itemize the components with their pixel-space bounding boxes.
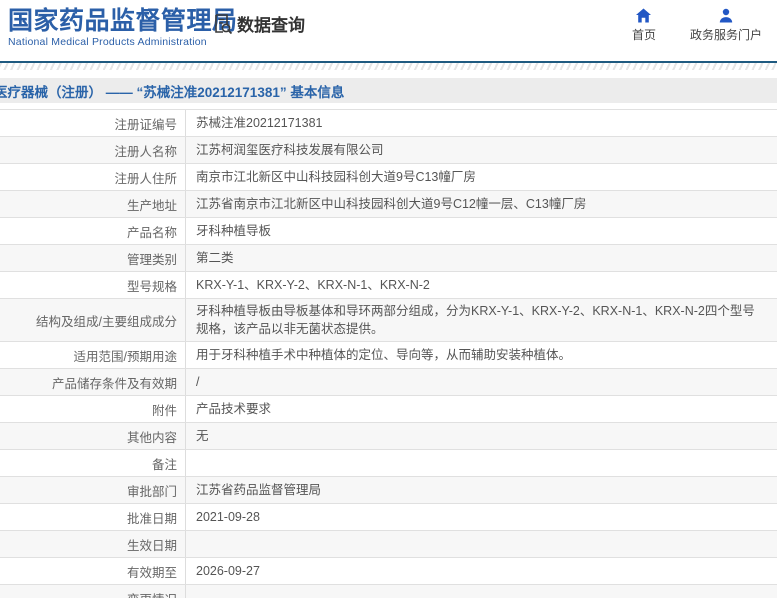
table-row: 注册人名称 江苏柯润玺医疗科技发展有限公司 <box>0 137 777 164</box>
row-value: 江苏柯润玺医疗科技发展有限公司 <box>196 142 384 157</box>
row-label: 生产地址 <box>0 191 186 217</box>
nav-home[interactable]: 首页 <box>632 8 656 43</box>
row-value: 江苏省南京市江北新区中山科技园科创大道9号C12幢一层、C13幢厂房 <box>196 196 587 211</box>
table-row: 生产地址 江苏省南京市江北新区中山科技园科创大道9号C12幢一层、C13幢厂房 <box>0 191 777 218</box>
nav-portal[interactable]: 政务服务门户 <box>690 8 762 43</box>
data-query-label: 数据查询 <box>237 16 305 35</box>
row-label: 产品名称 <box>0 218 186 244</box>
row-label: 附件 <box>0 396 186 422</box>
row-label: 审批部门 <box>0 477 186 503</box>
row-label: 备注 <box>0 450 186 476</box>
user-icon <box>718 8 734 23</box>
nmpa-logo[interactable]: 国家药品监督管理局 National Medical Products Admi… <box>8 7 238 48</box>
table-row: 注册人住所 南京市江北新区中山科技园科创大道9号C13幢厂房 <box>0 164 777 191</box>
row-value: 2021-09-28 <box>196 509 260 524</box>
table-row: 审批部门 江苏省药品监督管理局 <box>0 477 777 504</box>
table-row: 适用范围/预期用途 用于牙科种植手术中种植体的定位、导向等，从而辅助安装种植体。 <box>0 342 777 369</box>
logo-title: 国家药品监督管理局 <box>8 7 238 35</box>
info-table: 注册证编号 苏械注准20212171381 注册人名称 江苏柯润玺医疗科技发展有限公司… <box>0 109 777 598</box>
row-value: 无 <box>196 428 209 443</box>
table-row: 注册证编号 苏械注准20212171381 <box>0 110 777 137</box>
table-row: 型号规格 KRX-Y-1、KRX-Y-2、KRX-N-1、KRX-N-2 <box>0 272 777 299</box>
table-row: 批准日期 2021-09-28 <box>0 504 777 531</box>
row-label: 结构及组成/主要组成成分 <box>0 299 186 341</box>
row-value: 产品技术要求 <box>196 401 272 416</box>
document-search-icon <box>210 12 234 36</box>
row-label: 其他内容 <box>0 423 186 449</box>
row-label: 适用范围/预期用途 <box>0 342 186 368</box>
row-value: 2026-09-27 <box>196 563 260 578</box>
row-value: 用于牙科种植手术中种植体的定位、导向等，从而辅助安装种植体。 <box>196 347 572 362</box>
row-label: 产品储存条件及有效期 <box>0 369 186 395</box>
row-label: 注册证编号 <box>0 110 186 136</box>
row-value: / <box>196 374 200 389</box>
logo-subtitle: National Medical Products Administration <box>8 36 207 48</box>
row-value: 第二类 <box>196 250 234 265</box>
page-title: 医疗器械（注册） —— “苏械注准20212171381” 基本信息 <box>0 84 345 100</box>
row-value: 南京市江北新区中山科技园科创大道9号C13幢厂房 <box>196 169 476 184</box>
site-header: 国家药品监督管理局 National Medical Products Admi… <box>0 0 777 61</box>
row-label: 注册人名称 <box>0 137 186 163</box>
table-row: 备注 <box>0 450 777 477</box>
row-label: 生效日期 <box>0 531 186 557</box>
row-value: 江苏省药品监督管理局 <box>196 482 322 497</box>
row-value: KRX-Y-1、KRX-Y-2、KRX-N-1、KRX-N-2 <box>196 277 430 292</box>
row-label: 注册人住所 <box>0 164 186 190</box>
data-query-tab[interactable]: 数据查询 <box>210 11 305 36</box>
table-row: 产品名称 牙科种植导板 <box>0 218 777 245</box>
row-label: 管理类别 <box>0 245 186 271</box>
row-value: 牙科种植导板由导板基体和导环两部分组成，分为KRX-Y-1、KRX-Y-2、KR… <box>196 304 755 336</box>
row-label: 型号规格 <box>0 272 186 298</box>
top-nav: 首页 政务服务门户 <box>632 8 762 43</box>
row-label: 变更情况 <box>0 585 186 598</box>
table-row: 有效期至 2026-09-27 <box>0 558 777 585</box>
row-label: 批准日期 <box>0 504 186 530</box>
table-row: 附件 产品技术要求 <box>0 396 777 423</box>
page-title-bar: 医疗器械（注册） —— “苏械注准20212171381” 基本信息 <box>0 78 777 103</box>
table-row: 其他内容无 <box>0 423 777 450</box>
nav-home-label: 首页 <box>631 28 656 42</box>
row-value: 牙科种植导板 <box>196 223 272 238</box>
nav-portal-label: 政务服务门户 <box>689 28 762 42</box>
row-label: 有效期至 <box>0 558 186 584</box>
table-row: 管理类别 第二类 <box>0 245 777 272</box>
table-row: 变更情况 <box>0 585 777 598</box>
home-icon <box>635 8 652 23</box>
table-row: 产品储存条件及有效期 / <box>0 369 777 396</box>
table-row: 结构及组成/主要组成成分 牙科种植导板由导板基体和导环两部分组成，分为KRX-Y-… <box>0 299 777 342</box>
table-row: 生效日期 <box>0 531 777 558</box>
row-value: 苏械注准20212171381 <box>196 115 323 130</box>
hatch-pattern-strip <box>0 63 777 70</box>
